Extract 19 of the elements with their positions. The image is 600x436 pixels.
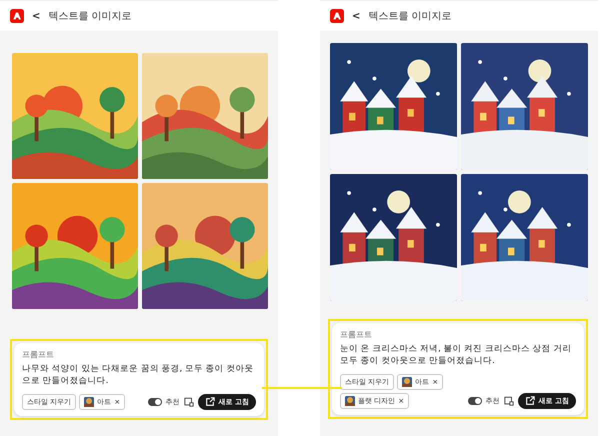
prompt-label: 프롬프트 <box>340 329 373 340</box>
thumbnail-icon <box>84 396 94 407</box>
image-settings-icon[interactable] <box>504 396 514 406</box>
external-link-icon <box>524 396 535 406</box>
toggle-switch[interactable] <box>468 396 482 405</box>
logo-icon <box>10 9 24 23</box>
thumbnail-icon <box>345 396 355 406</box>
prompt-text[interactable]: 눈이 온 크리스마스 저녁, 불이 켜진 크리스마스 상점 거리 모두 종이 컷아웃으로 만들어졌습니다. <box>340 343 576 368</box>
back-button[interactable]: < <box>32 10 40 22</box>
toggle-switch[interactable] <box>148 398 162 406</box>
page-title: 텍스트를 이미지로 <box>48 10 132 23</box>
page-title: 텍스트를 이미지로 <box>368 10 452 23</box>
prompt-text[interactable]: 나무와 석양이 있는 다채로운 꿈의 풍경, 모두 종이 컷아웃으로 만들어졌습니다. <box>22 363 256 388</box>
image-settings-icon[interactable] <box>184 396 194 407</box>
prompt-label: 프롬프트 <box>22 349 55 360</box>
external-link-icon <box>204 396 215 407</box>
back-button[interactable]: < <box>352 10 360 22</box>
thumbnail-icon <box>402 376 412 387</box>
logo-icon <box>330 9 344 23</box>
